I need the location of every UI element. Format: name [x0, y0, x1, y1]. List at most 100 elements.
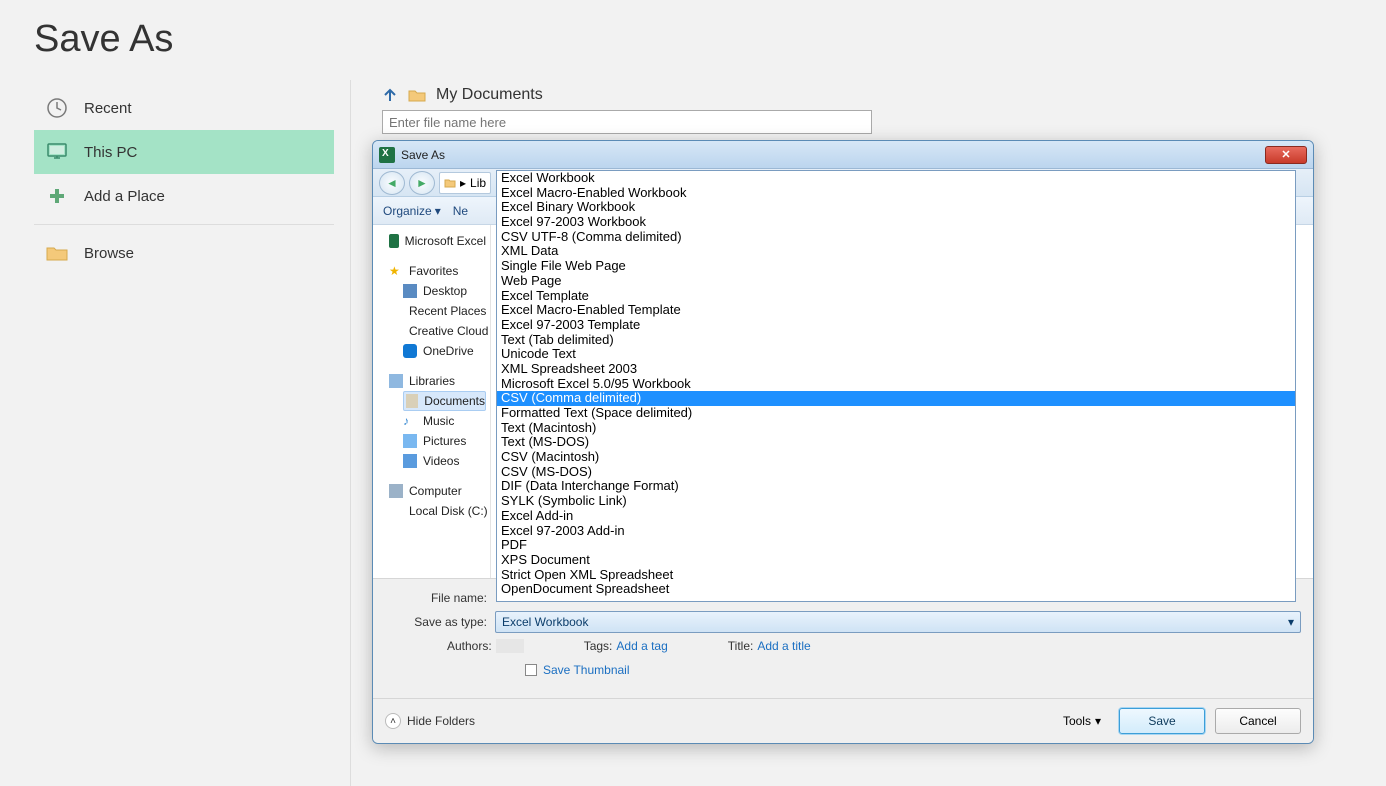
save-as-type-combo[interactable]: Excel Workbook ▾: [495, 611, 1301, 633]
type-option[interactable]: Excel Add-in: [497, 509, 1295, 524]
chevron-down-icon: ▾: [1288, 615, 1294, 629]
sidebar-divider: [34, 224, 334, 225]
tree-desktop[interactable]: Desktop: [403, 281, 486, 301]
save-button[interactable]: Save: [1119, 708, 1205, 734]
desktop-icon: [403, 284, 417, 298]
chevron-down-icon: ▾: [435, 204, 441, 218]
back-button[interactable]: ◄: [379, 171, 405, 195]
tree-videos[interactable]: Videos: [403, 451, 486, 471]
type-option[interactable]: XPS Document: [497, 553, 1295, 568]
authors-label: Authors:: [447, 639, 492, 653]
sidebar-item-recent[interactable]: Recent: [34, 86, 334, 130]
tree-onedrive[interactable]: OneDrive: [403, 341, 486, 361]
type-option[interactable]: DIF (Data Interchange Format): [497, 479, 1295, 494]
type-option[interactable]: CSV (MS-DOS): [497, 465, 1295, 480]
type-option[interactable]: Excel 97-2003 Workbook: [497, 215, 1295, 230]
type-option[interactable]: Formatted Text (Space delimited): [497, 406, 1295, 421]
type-option[interactable]: PDF: [497, 538, 1295, 553]
add-tag-link[interactable]: Add a tag: [616, 639, 667, 653]
tree-pictures[interactable]: Pictures: [403, 431, 486, 451]
chevron-up-icon: ˄: [385, 713, 401, 729]
type-option[interactable]: XML Data: [497, 244, 1295, 259]
filename-input[interactable]: [382, 110, 872, 134]
tree-computer[interactable]: Computer: [389, 481, 486, 501]
type-option[interactable]: CSV UTF-8 (Comma delimited): [497, 230, 1295, 245]
chevron-down-icon: ▾: [1095, 714, 1101, 728]
sidebar-item-label: This PC: [84, 144, 137, 161]
breadcrumb-current[interactable]: My Documents: [436, 86, 543, 104]
cancel-button[interactable]: Cancel: [1215, 708, 1301, 734]
save-thumbnail-label[interactable]: Save Thumbnail: [543, 663, 630, 677]
excel-icon: [389, 234, 399, 248]
pictures-icon: [403, 434, 417, 448]
videos-icon: [403, 454, 417, 468]
type-option[interactable]: Web Page: [497, 274, 1295, 289]
sidebar-item-label: Browse: [84, 245, 134, 262]
type-option[interactable]: Microsoft Excel 5.0/95 Workbook: [497, 377, 1295, 392]
type-option[interactable]: Unicode Text: [497, 347, 1295, 362]
type-option[interactable]: Strict Open XML Spreadsheet: [497, 568, 1295, 583]
tree-libraries[interactable]: Libraries: [389, 371, 486, 391]
organize-menu[interactable]: Organize▾: [383, 204, 441, 218]
title-label: Title:: [728, 639, 754, 653]
type-option[interactable]: CSV (Macintosh): [497, 450, 1295, 465]
type-option[interactable]: Text (MS-DOS): [497, 435, 1295, 450]
folder-icon: [44, 244, 70, 262]
tree-creative-cloud[interactable]: Creative Cloud: [403, 321, 486, 341]
tree-favorites[interactable]: ★ Favorites: [389, 261, 486, 281]
dialog-title: Save As: [401, 148, 445, 162]
onedrive-icon: [403, 344, 417, 358]
file-name-label: File name:: [385, 591, 495, 605]
type-option[interactable]: Text (Tab delimited): [497, 333, 1295, 348]
documents-icon: [406, 394, 418, 408]
music-icon: ♪: [403, 414, 417, 428]
up-arrow-icon[interactable]: [382, 87, 398, 103]
addr-segment[interactable]: Lib: [470, 176, 486, 190]
type-option[interactable]: SYLK (Symbolic Link): [497, 494, 1295, 509]
libraries-icon: [389, 374, 403, 388]
breadcrumb: My Documents: [360, 86, 1366, 110]
sidebar: Recent This PC Add a Place Browse: [34, 86, 334, 275]
sidebar-item-this-pc[interactable]: This PC: [34, 130, 334, 174]
tree-local-disk[interactable]: Local Disk (C:): [403, 501, 486, 521]
type-option[interactable]: Excel Macro-Enabled Workbook: [497, 186, 1295, 201]
type-option[interactable]: Excel Workbook: [497, 171, 1295, 186]
type-option[interactable]: Excel Macro-Enabled Template: [497, 303, 1295, 318]
sidebar-item-label: Add a Place: [84, 188, 165, 205]
authors-value[interactable]: [496, 639, 524, 653]
type-option[interactable]: OpenDocument Spreadsheet: [497, 582, 1295, 597]
type-option[interactable]: Excel Template: [497, 289, 1295, 304]
sidebar-item-label: Recent: [84, 100, 132, 117]
type-option[interactable]: Text (Macintosh): [497, 421, 1295, 436]
add-title-link[interactable]: Add a title: [757, 639, 810, 653]
sidebar-item-browse[interactable]: Browse: [34, 231, 334, 275]
type-option[interactable]: Excel 97-2003 Add-in: [497, 524, 1295, 539]
excel-icon: [379, 147, 395, 163]
vertical-divider: [350, 80, 351, 786]
tree-recent-places[interactable]: Recent Places: [403, 301, 486, 321]
save-as-type-dropdown[interactable]: Excel WorkbookExcel Macro-Enabled Workbo…: [496, 170, 1296, 602]
close-button[interactable]: ✕: [1265, 146, 1307, 164]
type-option[interactable]: Excel Binary Workbook: [497, 200, 1295, 215]
tree-documents[interactable]: Documents: [403, 391, 486, 411]
forward-button[interactable]: ►: [409, 171, 435, 195]
monitor-icon: [44, 142, 70, 162]
type-option[interactable]: Single File Web Page: [497, 259, 1295, 274]
address-bar[interactable]: ▸ Lib: [439, 172, 491, 194]
tools-menu[interactable]: Tools▾: [1063, 714, 1101, 728]
save-thumbnail-checkbox[interactable]: [525, 664, 537, 676]
clock-icon: [44, 97, 70, 119]
tree-music[interactable]: ♪Music: [403, 411, 486, 431]
type-option[interactable]: CSV (Comma delimited): [497, 391, 1295, 406]
star-icon: ★: [389, 264, 403, 278]
sidebar-item-add-place[interactable]: Add a Place: [34, 174, 334, 218]
new-folder-button[interactable]: Ne: [453, 204, 468, 218]
dialog-titlebar[interactable]: Save As ✕: [373, 141, 1313, 169]
type-option[interactable]: Excel 97-2003 Template: [497, 318, 1295, 333]
hide-folders-button[interactable]: ˄ Hide Folders: [385, 713, 475, 729]
page-title: Save As: [0, 0, 1386, 61]
type-option[interactable]: XML Spreadsheet 2003: [497, 362, 1295, 377]
save-as-type-label: Save as type:: [385, 615, 495, 629]
type-combo-value: Excel Workbook: [502, 615, 588, 629]
tree-excel[interactable]: Microsoft Excel: [389, 231, 486, 251]
